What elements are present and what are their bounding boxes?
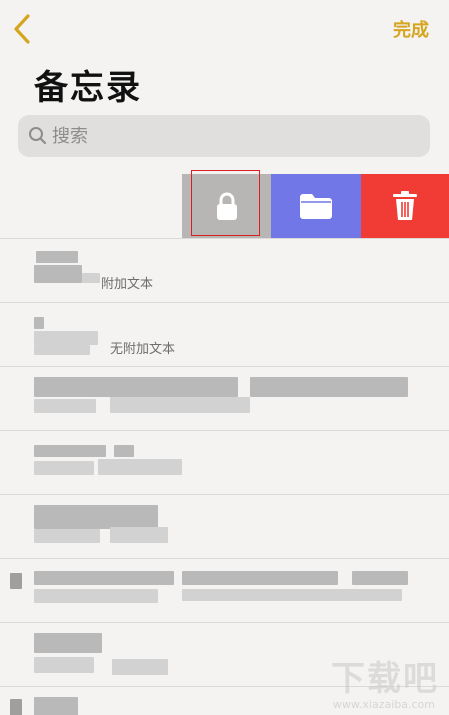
- list-item[interactable]: [0, 430, 449, 494]
- blurred-text: [82, 273, 100, 283]
- list-item[interactable]: 无附加文本: [0, 302, 449, 366]
- blurred-mark: [10, 699, 22, 715]
- blurred-text: [112, 659, 168, 675]
- blurred-title: [352, 571, 408, 585]
- list-item[interactable]: [0, 366, 449, 430]
- trash-icon: [393, 191, 417, 220]
- back-button[interactable]: [10, 12, 36, 46]
- blurred-text: [98, 459, 182, 475]
- search-icon: [29, 127, 47, 145]
- page-title: 备忘录: [34, 68, 142, 108]
- watermark-url: www.xiazaiba.com: [332, 698, 435, 711]
- blurred-title: [34, 265, 82, 283]
- swiped-note-row[interactable]: [0, 170, 449, 238]
- delete-action-button[interactable]: [361, 174, 449, 238]
- blurred-title: [34, 571, 174, 585]
- blurred-text: [34, 331, 98, 345]
- note-subtitle: 无附加文本: [110, 342, 176, 357]
- list-item[interactable]: [0, 494, 449, 558]
- blurred-text: [34, 529, 100, 543]
- blurred-title: [34, 633, 102, 653]
- note-row-content[interactable]: [0, 174, 182, 238]
- watermark: 下载吧 www.xiazaiba.com: [313, 651, 441, 711]
- blurred-text: [34, 461, 94, 475]
- done-button[interactable]: 完成: [393, 16, 429, 42]
- blurred-title: [34, 505, 158, 529]
- note-subtitle: 附加文本: [101, 277, 154, 292]
- blurred-text: [34, 399, 96, 413]
- watermark-brand: 下载吧: [331, 659, 439, 699]
- blurred-mark: [10, 573, 22, 589]
- move-folder-action-button[interactable]: [271, 174, 361, 238]
- blurred-text: [110, 527, 168, 543]
- blurred-title: [34, 317, 44, 329]
- folder-icon: [300, 194, 332, 219]
- lock-icon: [216, 192, 237, 220]
- blurred-title: [250, 377, 408, 397]
- blurred-text: [110, 397, 250, 413]
- blurred-text: [182, 589, 402, 601]
- blurred-title: [34, 697, 78, 715]
- blurred-text: [34, 345, 90, 355]
- chevron-left-icon: [14, 14, 30, 44]
- search-input[interactable]: [52, 123, 412, 149]
- search-bar[interactable]: [18, 115, 430, 157]
- blurred-title: [36, 251, 78, 263]
- blurred-title: [34, 377, 238, 397]
- list-item[interactable]: 附加文本: [0, 238, 449, 302]
- blurred-title: [182, 571, 338, 585]
- list-item[interactable]: [0, 558, 449, 622]
- blurred-text: [34, 657, 94, 673]
- blurred-title: [34, 445, 106, 457]
- lock-action-button[interactable]: [182, 170, 271, 238]
- blurred-text: [34, 589, 158, 603]
- blurred-title: [114, 445, 134, 457]
- navigation-bar: 完成: [0, 0, 449, 56]
